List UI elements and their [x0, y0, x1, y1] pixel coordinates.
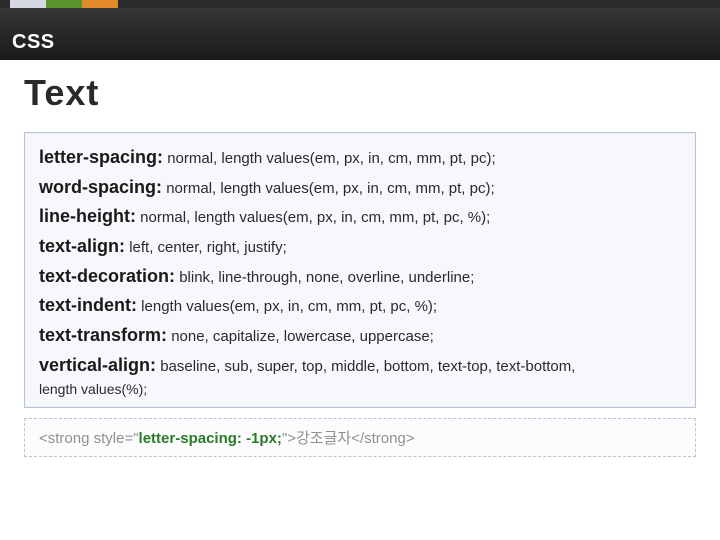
- property-name: text-transform:: [39, 325, 167, 345]
- property-line: text-align: left, center, right, justify…: [39, 232, 681, 262]
- property-name: letter-spacing:: [39, 147, 163, 167]
- properties-box: letter-spacing: normal, length values(em…: [24, 132, 696, 408]
- property-name: line-height:: [39, 206, 136, 226]
- property-trailing: length values(%);: [39, 381, 681, 397]
- code-example-box: <strong style="letter-spacing: -1px;">강조…: [24, 418, 696, 457]
- code-pre: <strong style=": [39, 430, 139, 447]
- property-line: text-decoration: blink, line-through, no…: [39, 262, 681, 292]
- property-line: word-spacing: normal, length values(em, …: [39, 173, 681, 203]
- property-line: vertical-align: baseline, sub, super, to…: [39, 351, 681, 381]
- property-name: word-spacing:: [39, 177, 162, 197]
- accent-segment: [118, 0, 720, 8]
- property-values: normal, length values(em, px, in, cm, mm…: [167, 150, 495, 167]
- property-values: none, capitalize, lowercase, uppercase;: [171, 328, 434, 345]
- property-name: text-decoration:: [39, 266, 175, 286]
- property-line: text-transform: none, capitalize, lowerc…: [39, 321, 681, 351]
- property-values: length values(em, px, in, cm, mm, pt, pc…: [141, 298, 437, 315]
- code-line: <strong style="letter-spacing: -1px;">강조…: [39, 427, 681, 448]
- property-values: normal, length values(em, px, in, cm, mm…: [166, 180, 494, 197]
- header-title: CSS: [12, 31, 55, 54]
- property-values: normal, length values(em, px, in, cm, mm…: [140, 209, 490, 226]
- property-line: text-indent: length values(em, px, in, c…: [39, 291, 681, 321]
- code-highlight: letter-spacing: -1px;: [139, 430, 282, 447]
- content-area: Text letter-spacing: normal, length valu…: [0, 60, 720, 469]
- property-line: letter-spacing: normal, length values(em…: [39, 143, 681, 173]
- slide-title: Text: [24, 72, 696, 114]
- header-bar: CSS: [0, 0, 720, 60]
- accent-segment: [46, 0, 82, 8]
- code-post: ">강조글자</strong>: [282, 430, 415, 447]
- property-values: left, center, right, justify;: [129, 239, 287, 256]
- property-values: blink, line-through, none, overline, und…: [179, 269, 474, 286]
- accent-bar: [0, 0, 720, 8]
- property-name: text-align:: [39, 236, 125, 256]
- accent-segment: [0, 0, 10, 8]
- accent-segment: [82, 0, 118, 8]
- property-name: text-indent:: [39, 295, 137, 315]
- property-line: line-height: normal, length values(em, p…: [39, 202, 681, 232]
- property-name: vertical-align:: [39, 355, 156, 375]
- accent-segment: [10, 0, 46, 8]
- property-values: baseline, sub, super, top, middle, botto…: [160, 358, 575, 375]
